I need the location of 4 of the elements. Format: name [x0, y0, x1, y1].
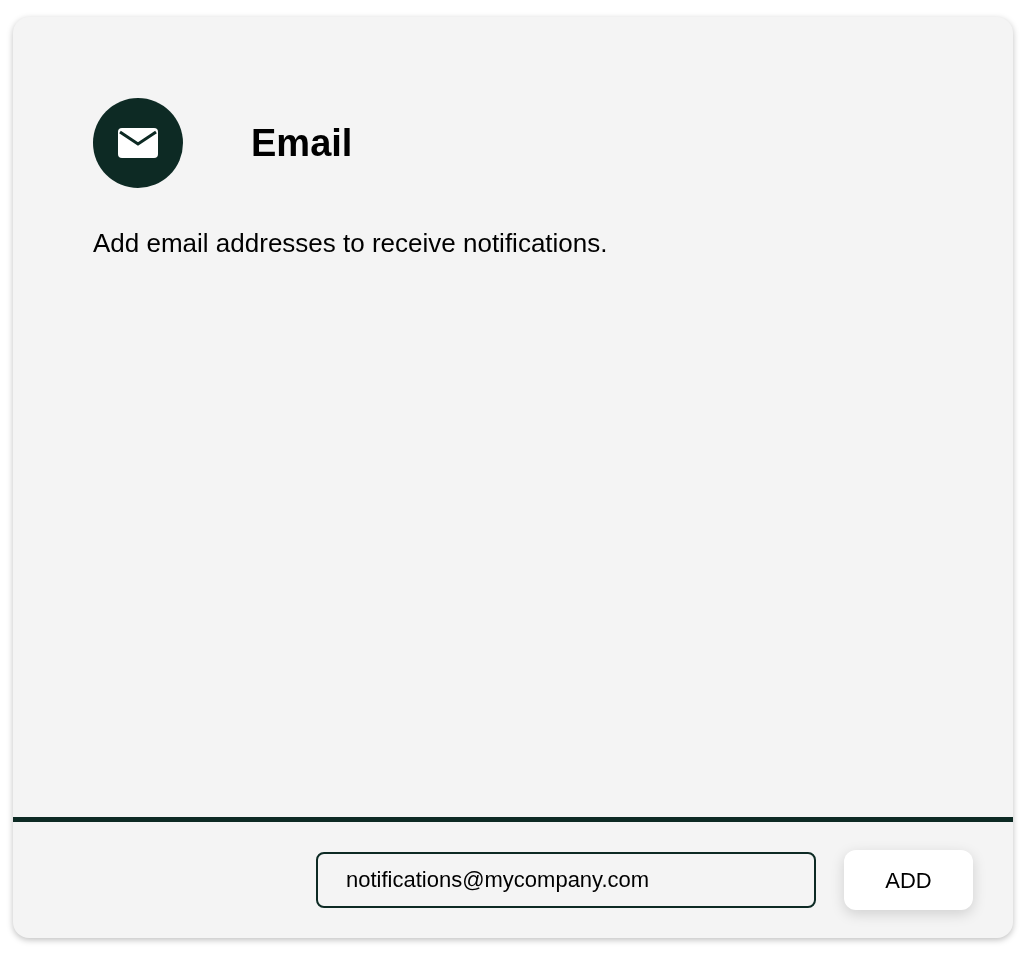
email-field[interactable]: notifications@mycompany.com [316, 852, 816, 908]
card-title: Email [251, 120, 353, 166]
card-description: Add email addresses to receive notifications. [93, 227, 609, 260]
add-button[interactable]: ADD [844, 850, 973, 910]
